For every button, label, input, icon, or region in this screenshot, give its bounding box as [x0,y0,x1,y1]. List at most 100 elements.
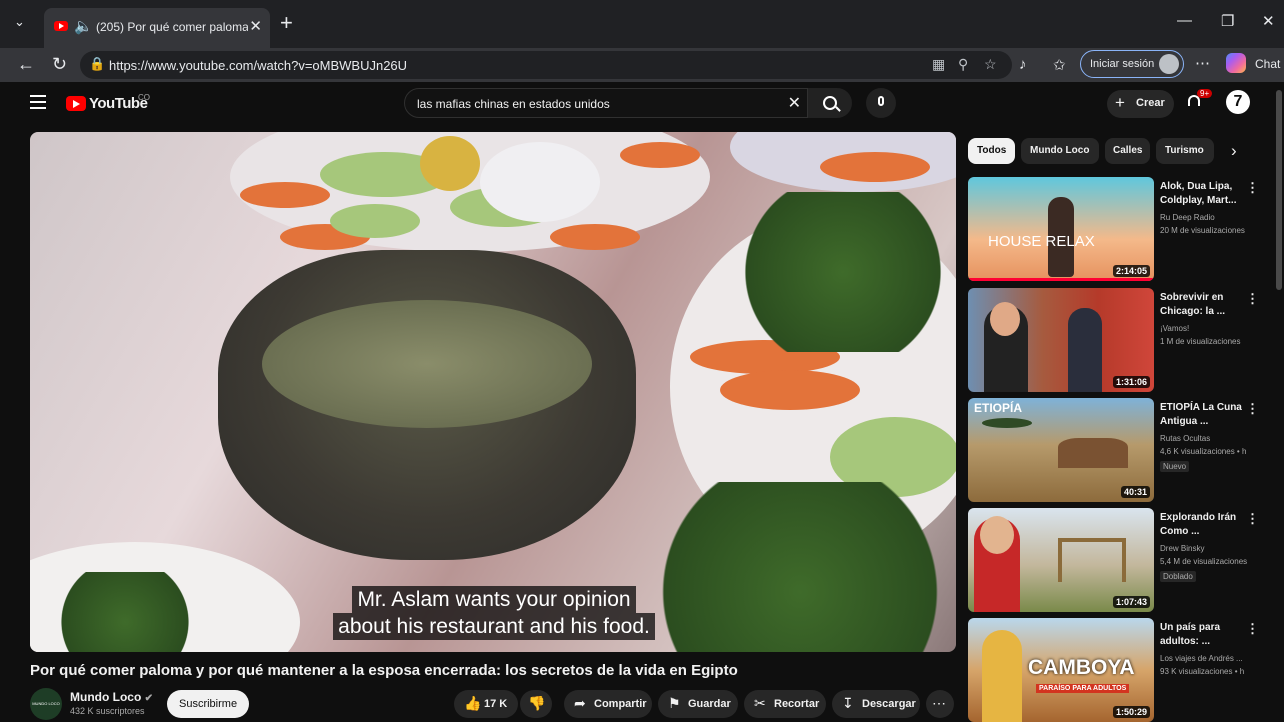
zoom-icon[interactable]: ⚲ [958,56,968,73]
clear-search-icon[interactable]: ✕ [788,93,801,113]
more-vertical-icon[interactable]: ⋮ [1246,511,1259,527]
more-vertical-icon[interactable]: ⋮ [1246,401,1259,417]
voice-search-button[interactable] [866,88,896,118]
thumbnail-text: ETIOPÍA [974,401,1023,415]
notification-count-badge: 9+ [1197,89,1213,98]
caption-line-1: Mr. Aslam wants your opinion [352,586,636,613]
recommendation-channel[interactable]: Los viajes de Andrés ... [1160,654,1256,663]
channel-name[interactable]: Mundo Loco ✔ [70,690,153,704]
video-captions: Mr. Aslam wants your opinion about his r… [314,586,674,640]
clip-button[interactable]: ✂ Recortar [744,690,826,718]
microphone-icon [878,96,884,106]
search-button[interactable] [808,88,852,118]
recommendation-item[interactable]: CAMBOYA PARAÍSO PARA ADULTOS 1:50:29 Un … [968,618,1284,722]
scrollbar[interactable] [1276,90,1282,290]
video-thumbnail[interactable]: 1:07:43 [968,508,1154,612]
recommendation-title[interactable]: ETIOPÍA La Cuna Antigua ... [1160,401,1256,429]
thumbs-down-icon: 👎 [528,695,546,711]
close-window-icon[interactable]: ✕ [1262,12,1275,30]
recommendation-channel[interactable]: Rutas Ocultas [1160,434,1256,443]
verified-icon: ✔ [144,693,154,704]
recommendation-item[interactable]: HOUSE RELAX 2:14:05 Alok, Dua Lipa, Cold… [968,177,1284,281]
address-toolbar: ← ↻ 🔒 https://www.youtube.com/watch?v=oM… [0,48,1284,82]
reload-icon[interactable]: ↻ [52,54,67,75]
duration-badge: 2:14:05 [1112,265,1150,277]
chip-calles[interactable]: Calles [1105,138,1150,164]
clip-label: Recortar [774,698,820,710]
audio-playing-icon[interactable]: 🔈 [74,17,93,35]
more-options-icon[interactable]: ⋯ [1195,54,1210,72]
browser-tab[interactable]: 🔈 (205) Por qué comer paloma y por qué m… [44,8,270,48]
youtube-play-icon [66,96,86,111]
duration-badge: 1:31:06 [1112,376,1150,388]
chip-todos[interactable]: Todos [968,138,1015,164]
save-button[interactable]: ⚑ Guardar [658,690,738,718]
dubbed-badge: Doblado [1160,571,1196,582]
back-icon[interactable]: ← [17,54,35,75]
recommendation-item[interactable]: ETIOPÍA 40:31 ETIOPÍA La Cuna Antigua ..… [968,398,1284,502]
create-button[interactable]: + Crear [1107,90,1174,118]
duration-badge: 1:07:43 [1112,596,1150,608]
recommendation-title[interactable]: Alok, Dua Lipa, Coldplay, Mart... [1160,180,1256,208]
chip-mundo-loco[interactable]: Mundo Loco [1021,138,1099,164]
share-button[interactable]: ➦ Compartir [564,690,652,718]
video-thumbnail[interactable]: 1:31:06 [968,288,1154,392]
recommendation-title[interactable]: Un país para adultos: ... [1160,621,1256,649]
download-label: Descargar [862,698,916,710]
video-thumbnail[interactable]: CAMBOYA PARAÍSO PARA ADULTOS 1:50:29 [968,618,1154,722]
chip-label: Turismo [1165,145,1204,156]
tab-title: (205) Por qué comer paloma y por qué man… [96,20,248,34]
profile-avatar-icon [1159,54,1179,74]
thumbnail-text: HOUSE RELAX [988,233,1095,250]
tab-list-icon[interactable]: ⌄ [14,14,25,30]
dislike-button[interactable]: 👎 [520,690,552,718]
chevron-right-icon[interactable]: › [1231,141,1237,161]
favorites-icon[interactable]: ✩ [1053,56,1066,74]
recommendation-channel[interactable]: Drew Binsky [1160,544,1256,553]
recommendation-channel[interactable]: Ru Deep Radio [1160,213,1256,222]
address-bar[interactable]: 🔒 https://www.youtube.com/watch?v=oMBWBU… [80,51,1012,79]
video-title: Por qué comer paloma y por qué mantener … [30,662,738,679]
recommendation-title[interactable]: Sobrevivir en Chicago: la ... [1160,291,1256,319]
sign-in-button[interactable]: Iniciar sesión [1080,50,1184,78]
extension-icon[interactable]: ♪ [1019,56,1027,73]
chip-turismo[interactable]: Turismo [1156,138,1214,164]
subscribe-label: Suscribirme [179,698,238,710]
video-player[interactable]: Mr. Aslam wants your opinion about his r… [30,132,956,652]
video-thumbnail[interactable]: ETIOPÍA 40:31 [968,398,1154,502]
search-icon [823,96,837,110]
lock-icon[interactable]: 🔒 [89,56,105,72]
recommendation-views: 4,6 K visualizaciones • h [1160,447,1247,456]
green-sauce [262,300,592,428]
more-vertical-icon[interactable]: ⋮ [1246,291,1259,307]
search-query[interactable]: las mafias chinas en estados unidos [417,97,610,111]
close-tab-icon[interactable]: ✕ [249,17,262,35]
more-vertical-icon[interactable]: ⋮ [1246,180,1259,196]
more-actions-button[interactable]: ⋯ [926,690,954,718]
more-vertical-icon[interactable]: ⋮ [1246,621,1259,637]
recommendation-item[interactable]: 1:07:43 Explorando Irán Como ... Drew Bi… [968,508,1284,612]
video-thumbnail[interactable]: HOUSE RELAX 2:14:05 [968,177,1154,281]
like-button[interactable]: 👍 17 K [454,690,518,718]
plus-icon: + [1115,93,1125,112]
channel-avatar[interactable]: MUNDO LOCO [30,688,62,720]
youtube-header: YouTube CO las mafias chinas en estados … [0,82,1284,126]
search-input[interactable]: las mafias chinas en estados unidos ✕ [404,88,808,118]
subscriber-count: 432 K suscriptores [70,706,145,716]
app-available-icon[interactable]: ▦ [932,56,945,73]
account-avatar[interactable]: 7 [1226,90,1250,114]
recommendation-channel[interactable]: ¡Vamos! [1160,324,1256,333]
recommendation-title[interactable]: Explorando Irán Como ... [1160,511,1256,539]
download-button[interactable]: ↧ Descargar [832,690,920,718]
url-text[interactable]: https://www.youtube.com/watch?v=oMBWBUJn… [109,58,407,73]
favorite-star-icon[interactable]: ☆ [984,56,997,73]
new-tab-button[interactable]: + [280,10,293,36]
minimize-icon[interactable]: — [1177,12,1192,29]
like-count: 17 K [484,698,508,710]
chip-label: Todos [977,145,1007,156]
menu-icon[interactable] [30,95,46,109]
caption-line-2: about his restaurant and his food. [333,613,655,640]
maximize-icon[interactable]: ❐ [1221,12,1234,30]
recommendation-item[interactable]: 1:31:06 Sobrevivir en Chicago: la ... ¡V… [968,288,1284,392]
subscribe-button[interactable]: Suscribirme [167,690,249,718]
